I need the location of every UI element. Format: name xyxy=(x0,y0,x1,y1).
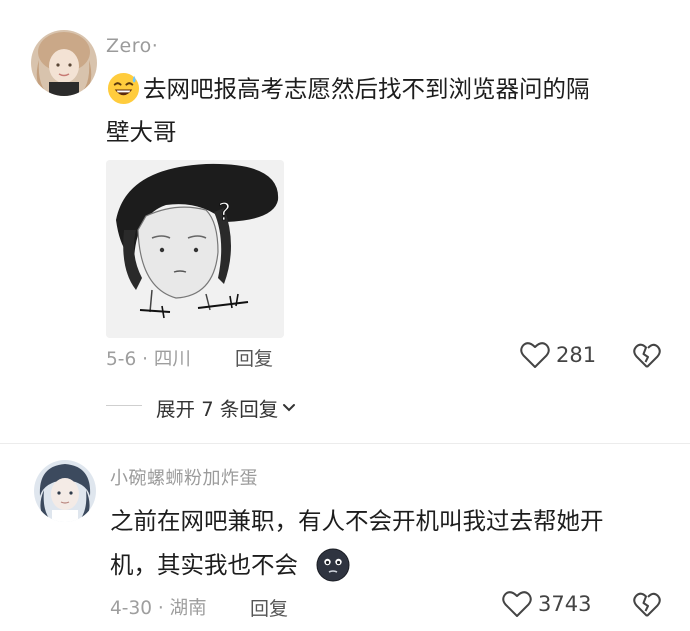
comment-text: 去网吧报高考志愿然后找不到浏览器问的隔 xyxy=(143,75,590,103)
sticker-image[interactable]: ? xyxy=(106,160,284,338)
comment-text: 之前在网吧兼职，有人不会开机叫我过去帮她开 xyxy=(110,507,604,535)
reply-button[interactable]: 回复 xyxy=(235,344,273,371)
heart-icon xyxy=(520,342,550,368)
avatar[interactable] xyxy=(31,30,97,96)
expand-replies-button[interactable]: 展开 7 条回复 xyxy=(156,393,296,422)
broken-heart-icon[interactable] xyxy=(633,343,661,369)
comment-divider xyxy=(0,443,690,444)
sigh-face-emoji xyxy=(316,548,350,582)
like-count: 3743 xyxy=(538,592,592,616)
chevron-down-icon xyxy=(283,403,296,411)
comment-date-location: 4-30 · 湖南 xyxy=(110,598,207,619)
comment-feed: Zero· 去网吧报高考志愿然后找不到浏览器问的隔 壁大哥 ? 5-6 · 四川… xyxy=(0,0,690,631)
grinning-sweat-emoji xyxy=(107,72,140,105)
reply-button[interactable]: 回复 xyxy=(250,594,288,621)
comment-text: 机，其实我也不会 xyxy=(110,551,298,579)
heart-icon xyxy=(502,591,532,617)
like-button[interactable]: 3743 xyxy=(502,590,591,618)
broken-heart-icon[interactable] xyxy=(633,592,661,618)
username[interactable]: Zero· xyxy=(106,35,158,57)
username[interactable]: 小碗螺蛳粉加炸蛋 xyxy=(110,464,258,490)
avatar[interactable] xyxy=(34,460,96,522)
like-count: 281 xyxy=(556,343,597,367)
expand-replies-label: 展开 7 条回复 xyxy=(156,398,279,421)
comment-text: 壁大哥 xyxy=(106,118,177,146)
comment-date-location: 5-6 · 四川 xyxy=(106,349,191,370)
expand-divider xyxy=(106,405,142,406)
like-button[interactable]: 281 xyxy=(520,341,596,369)
svg-text:?: ? xyxy=(218,198,231,226)
